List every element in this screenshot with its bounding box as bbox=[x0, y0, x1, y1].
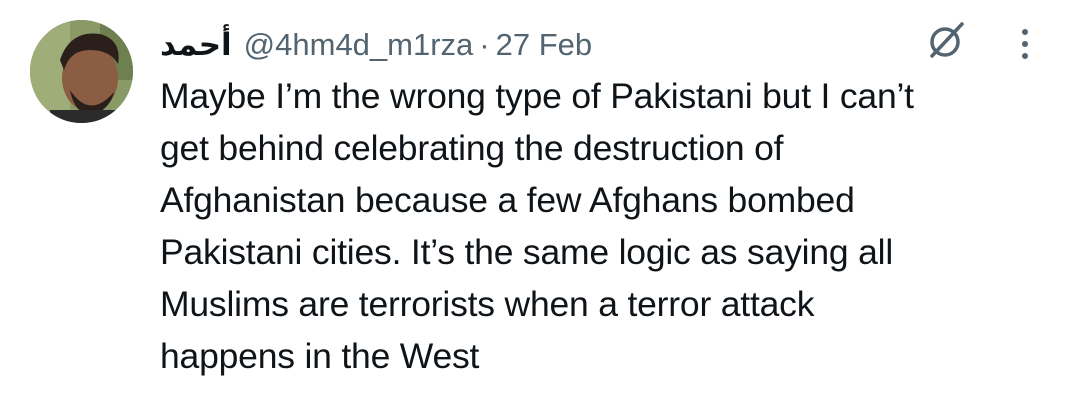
display-name[interactable]: أحمد bbox=[160, 27, 232, 63]
tweet-header: أحمد @4hm4d_m1rza · 27 Feb bbox=[160, 22, 592, 68]
tweet-text-line: Maybe I’m the wrong type of Pakistani bu… bbox=[160, 76, 914, 116]
more-options-icon[interactable] bbox=[1010, 22, 1040, 66]
tweet-text-line: Pakistani cities. It’s the same logic as… bbox=[160, 232, 894, 272]
avatar[interactable] bbox=[30, 20, 133, 123]
tweet-date[interactable]: 27 Feb bbox=[496, 27, 593, 63]
tweet-text-line: Afghanistan because a few Afghans bombed bbox=[160, 180, 855, 220]
grok-icon[interactable] bbox=[922, 18, 968, 64]
tweet-text-line: Muslims are terrorists when a terror att… bbox=[160, 284, 815, 324]
handle[interactable]: @4hm4d_m1rza bbox=[244, 27, 474, 63]
tweet-text: Maybe I’m the wrong type of Pakistani bu… bbox=[160, 70, 1060, 382]
separator: · bbox=[479, 27, 490, 62]
tweet-text-line: get behind celebrating the destruction o… bbox=[160, 128, 784, 168]
tweet[interactable]: أحمد @4hm4d_m1rza · 27 Feb Maybe I’m the… bbox=[0, 0, 1070, 401]
tweet-text-line: happens in the West bbox=[160, 336, 480, 376]
